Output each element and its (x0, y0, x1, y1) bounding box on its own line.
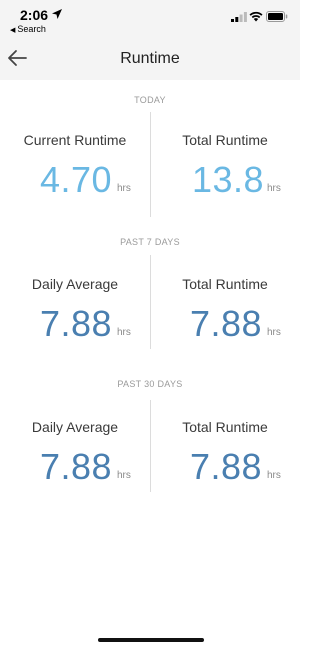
battery-icon (266, 11, 288, 22)
stat-value: 4.70 (40, 159, 113, 200)
stat-unit: hrs (117, 327, 131, 338)
stat-daily-average: Daily Average (0, 419, 150, 435)
section-label: TODAY (134, 95, 166, 105)
wifi-icon (249, 11, 263, 22)
section-label: PAST 7 DAYS (120, 237, 180, 247)
nav-bar: Runtime (0, 38, 300, 80)
stat-value-row: 7.88 hrs (150, 443, 300, 493)
stat-value-row: 4.70 hrs (0, 156, 150, 206)
stat-current-runtime: Current Runtime (0, 132, 150, 148)
back-to-app-link[interactable]: ◀ Search (10, 24, 46, 34)
stat-total-runtime: Total Runtime (150, 132, 300, 148)
section-today: TODAY Current Runtime 4.70 hrs Total Run… (0, 80, 300, 222)
stat-value-row: 7.88 hrs (150, 300, 300, 350)
back-triangle-icon: ◀ (10, 27, 16, 34)
stat-total-runtime: Total Runtime (150, 276, 300, 292)
page-title: Runtime (120, 50, 180, 67)
stat-unit: hrs (267, 183, 281, 194)
stat-title: Daily Average (31, 276, 119, 292)
stat-unit: hrs (117, 470, 131, 481)
stat-title: Current Runtime (23, 132, 127, 148)
stat-value-row: 7.88 hrs (0, 300, 150, 350)
stat-value: 7.88 (190, 303, 263, 344)
stat-value: 7.88 (40, 303, 113, 344)
stat-title: Total Runtime (182, 132, 268, 148)
stat-total-runtime: Total Runtime (150, 419, 300, 435)
section-label: PAST 30 DAYS (117, 379, 183, 389)
stat-value: 7.88 (40, 446, 113, 487)
status-time: 2:06 (20, 7, 49, 23)
stat-value-row: 7.88 hrs (0, 443, 150, 493)
stat-title: Daily Average (31, 419, 119, 435)
section-past-30-days: PAST 30 DAYS Daily Average 7.88 hrs Tota… (0, 364, 300, 506)
stat-unit: hrs (267, 327, 281, 338)
stat-value: 7.88 (190, 446, 263, 487)
stat-daily-average: Daily Average (0, 276, 150, 292)
back-app-label: Search (17, 24, 46, 34)
home-indicator[interactable] (98, 638, 204, 642)
stat-value-row: 13.8 hrs (150, 156, 300, 206)
location-arrow-icon (52, 9, 62, 19)
stat-unit: hrs (117, 183, 131, 194)
status-bar: 2:06 ◀ Search (0, 0, 300, 38)
stat-value: 13.8 (192, 159, 265, 200)
stat-unit: hrs (267, 470, 281, 481)
section-past-7-days: PAST 7 DAYS Daily Average 7.88 hrs Total… (0, 222, 300, 364)
stat-title: Total Runtime (182, 419, 268, 435)
cellular-signal-icon (231, 12, 247, 22)
stat-title: Total Runtime (182, 276, 268, 292)
